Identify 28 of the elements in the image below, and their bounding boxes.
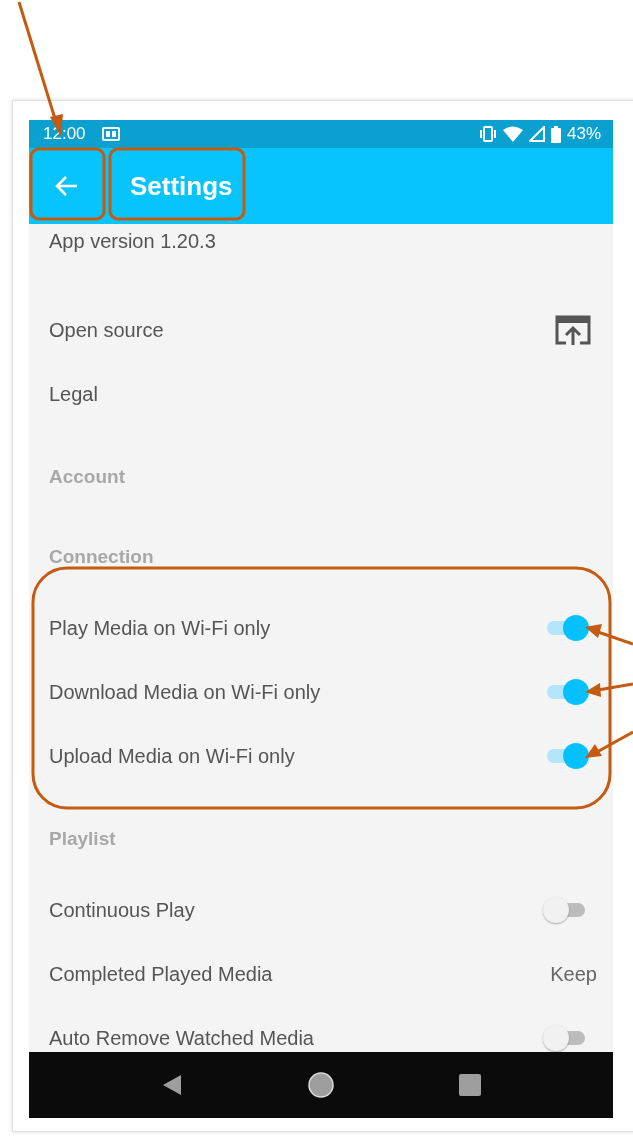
setting-label[interactable]: Open source [49, 318, 164, 342]
setting-label: Upload Media on Wi-Fi only [49, 744, 295, 768]
screen-title: Settings [130, 170, 233, 202]
battery-icon [550, 125, 561, 143]
section-header: Playlist [48, 827, 117, 851]
setting-label: Download Media on Wi-Fi only [49, 680, 321, 704]
section-header: Connection [48, 545, 155, 569]
back-arrow-icon [55, 175, 79, 197]
setting-label: App version 1.20.3 [49, 229, 216, 253]
setting-label: Continuous Play [49, 898, 195, 922]
back-triangle-icon[interactable] [161, 1073, 184, 1097]
vibrate-icon [478, 126, 497, 142]
setting-label[interactable]: Completed Played Media [49, 962, 273, 986]
home-circle-icon[interactable] [308, 1072, 334, 1098]
setting-label: Play Media on Wi-Fi only [49, 616, 271, 640]
signal-icon [528, 126, 545, 142]
notification-icon [101, 127, 120, 141]
setting-label[interactable]: Legal [49, 382, 98, 406]
wifi-icon [502, 126, 523, 142]
annotation-arrow [585, 624, 633, 646]
annotation-arrow [585, 730, 633, 758]
setting-value[interactable]: Keep [550, 962, 597, 986]
recents-square-icon[interactable] [458, 1074, 481, 1096]
annotation-arrow [585, 682, 633, 697]
open-external-icon[interactable] [553, 313, 593, 347]
battery-percentage: 43% [566, 124, 601, 144]
section-header: Account [48, 465, 126, 489]
setting-label: Auto Remove Watched Media [49, 1026, 314, 1050]
